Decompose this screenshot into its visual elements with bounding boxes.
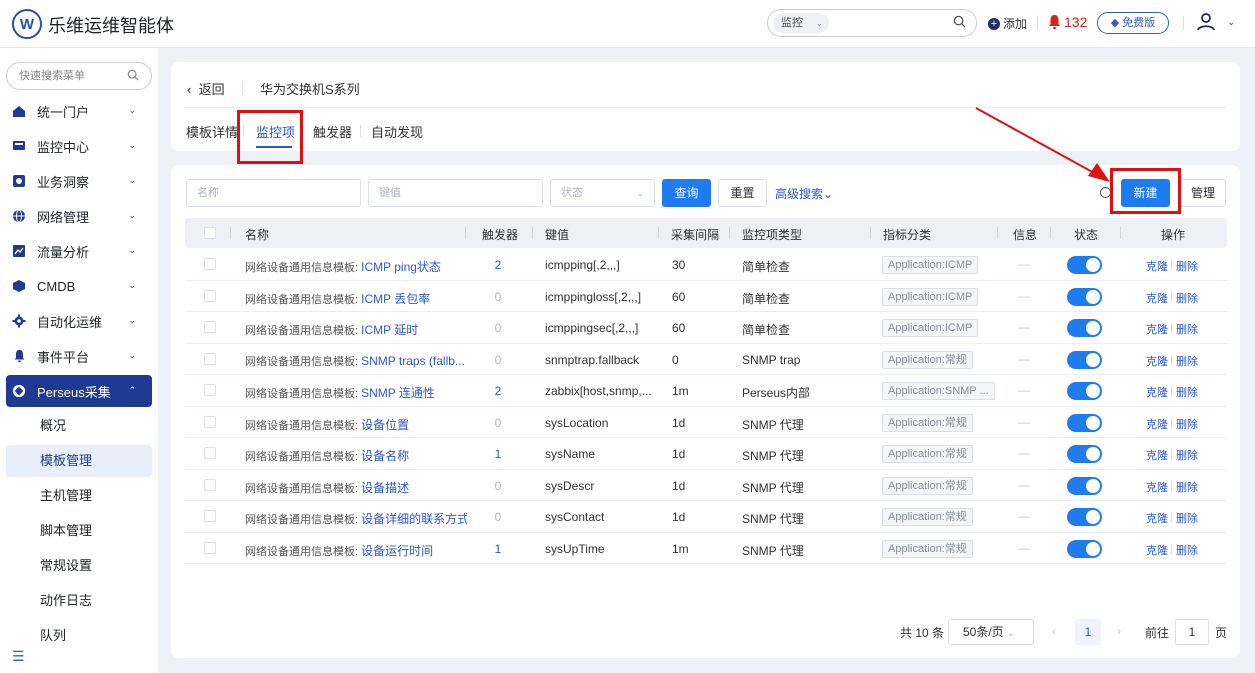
annotation-arrow-icon <box>975 107 1110 182</box>
